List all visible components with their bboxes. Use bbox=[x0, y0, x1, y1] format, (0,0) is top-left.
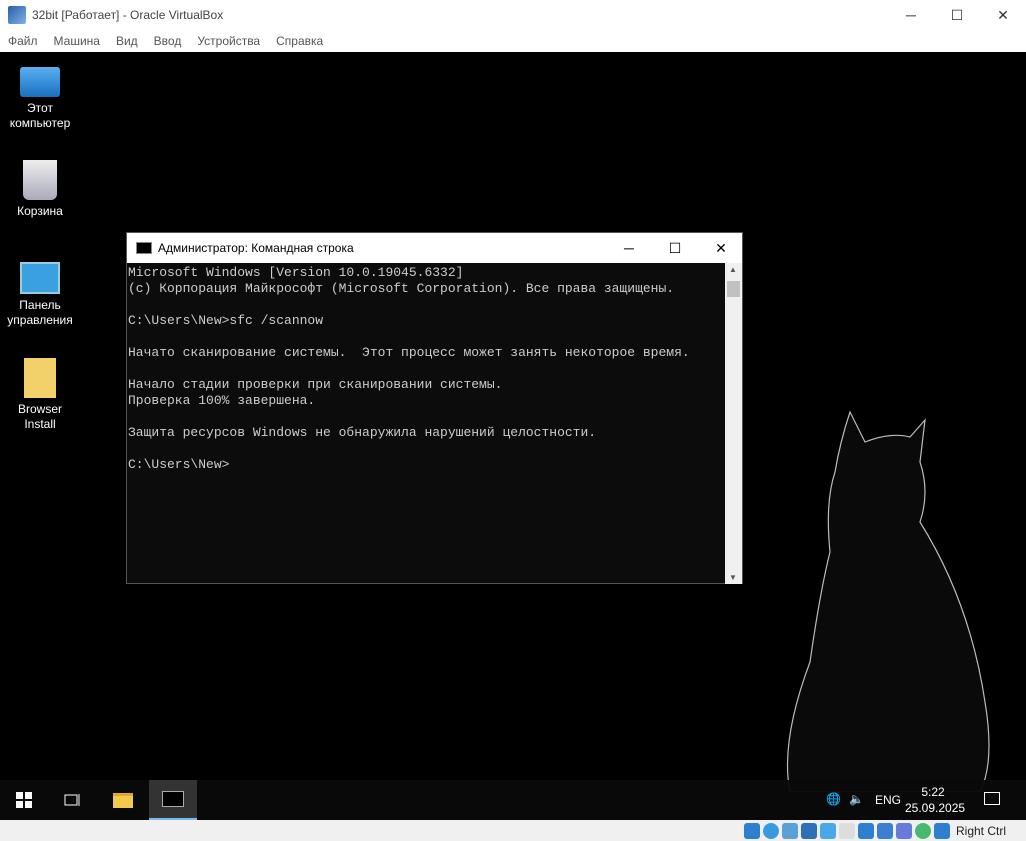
language-indicator[interactable]: ENG bbox=[875, 793, 901, 807]
optical-drive-icon[interactable] bbox=[762, 822, 779, 839]
console-line: (c) Корпорация Майкрософт (Microsoft Cor… bbox=[128, 281, 675, 296]
windows-icon bbox=[16, 792, 32, 808]
virtualization-icon[interactable] bbox=[895, 822, 912, 839]
folder-icon bbox=[113, 792, 133, 808]
recording-icon[interactable] bbox=[876, 822, 893, 839]
time: 5:22 bbox=[921, 785, 945, 799]
window-title: 32bit [Работает] - Oracle VirtualBox bbox=[32, 8, 224, 22]
close-button[interactable]: ✕ bbox=[980, 0, 1026, 30]
scroll-down-icon[interactable]: ▼ bbox=[729, 573, 737, 582]
console-line: Microsoft Windows [Version 10.0.19045.63… bbox=[128, 265, 464, 280]
vbox-status-bar: Right Ctrl bbox=[0, 820, 1026, 841]
console-line: Начато сканирование системы. Этот процес… bbox=[128, 345, 690, 360]
volume-icon[interactable]: 🔈 bbox=[849, 792, 864, 806]
task-view-button[interactable] bbox=[48, 780, 96, 820]
notifications-icon[interactable] bbox=[984, 792, 1000, 805]
vbox-titlebar: 32bit [Работает] - Oracle VirtualBox ─ ☐… bbox=[0, 0, 1026, 30]
maximize-button[interactable]: ☐ bbox=[934, 0, 980, 30]
cmd-minimize-button[interactable]: ─ bbox=[606, 233, 652, 263]
recycle-bin-icon bbox=[23, 160, 57, 200]
guest-additions-icon[interactable] bbox=[914, 822, 931, 839]
console-output[interactable]: Microsoft Windows [Version 10.0.19045.63… bbox=[127, 263, 726, 584]
console-line: Начало стадии проверки при сканировании … bbox=[128, 377, 503, 392]
icon-label: Browser bbox=[17, 402, 62, 416]
taskbar-cmd-button[interactable] bbox=[149, 780, 197, 820]
desktop-icon-this-pc[interactable]: Этот компьютер bbox=[0, 62, 80, 131]
icon-label: Install bbox=[24, 417, 56, 431]
desktop-icon-browser-install[interactable]: Browser Install bbox=[0, 358, 80, 432]
console-prompt: C:\Users\New> bbox=[128, 457, 230, 472]
icon-label: Корзина bbox=[17, 204, 63, 218]
display-icon[interactable] bbox=[857, 822, 874, 839]
icon-label: Этот bbox=[27, 101, 53, 115]
virtualbox-icon bbox=[8, 6, 26, 24]
cmd-maximize-button[interactable]: ☐ bbox=[652, 233, 698, 263]
menu-view[interactable]: Вид bbox=[116, 34, 138, 48]
folder-icon bbox=[24, 358, 56, 398]
computer-icon bbox=[20, 67, 60, 97]
console-line: Проверка 100% завершена. bbox=[128, 393, 316, 408]
menu-input[interactable]: Ввод bbox=[154, 34, 182, 48]
menu-machine[interactable]: Машина bbox=[54, 34, 100, 48]
cmd-titlebar[interactable]: Администратор: Командная строка ─ ☐ ✕ bbox=[127, 233, 742, 263]
menu-bar: Файл Машина Вид Ввод Устройства Справка bbox=[0, 30, 1026, 52]
menu-file[interactable]: Файл bbox=[8, 34, 38, 48]
console-line: C:\Users\New>sfc /scannow bbox=[128, 313, 324, 328]
usb-icon[interactable] bbox=[819, 822, 836, 839]
cmd-title: Администратор: Командная строка bbox=[158, 241, 354, 255]
start-button[interactable] bbox=[0, 780, 48, 820]
task-view-icon bbox=[64, 794, 80, 806]
audio-icon[interactable] bbox=[781, 822, 798, 839]
icon-label: компьютер bbox=[9, 116, 71, 130]
desktop-icon-control-panel[interactable]: Панель управления bbox=[0, 262, 80, 328]
cmd-scrollbar[interactable]: ▲ ▼ bbox=[725, 263, 742, 584]
hard-disk-icon[interactable] bbox=[743, 822, 760, 839]
shared-folders-icon[interactable] bbox=[838, 822, 855, 839]
mouse-integration-icon[interactable] bbox=[933, 822, 950, 839]
console-line: Защита ресурсов Windows не обнаружила на… bbox=[128, 425, 597, 440]
menu-devices[interactable]: Устройства bbox=[197, 34, 260, 48]
cmd-close-button[interactable]: ✕ bbox=[698, 233, 744, 263]
cmd-window[interactable]: Администратор: Командная строка ─ ☐ ✕ Mi… bbox=[126, 232, 743, 584]
scroll-up-icon[interactable]: ▲ bbox=[729, 265, 737, 274]
host-key-label: Right Ctrl bbox=[955, 823, 1006, 838]
network-icon[interactable]: 🌐 bbox=[826, 792, 841, 806]
network-adapter-icon[interactable] bbox=[800, 822, 817, 839]
cmd-icon bbox=[162, 791, 184, 807]
cmd-icon bbox=[136, 242, 152, 254]
icon-label: управления bbox=[7, 313, 73, 327]
clock[interactable]: 5:22 25.09.2025 bbox=[905, 784, 966, 816]
icon-label: Панель bbox=[19, 298, 61, 312]
desktop-icon-recycle-bin[interactable]: Корзина bbox=[0, 160, 80, 219]
minimize-button[interactable]: ─ bbox=[888, 0, 934, 30]
cat-wallpaper bbox=[786, 410, 990, 792]
scrollbar-thumb[interactable] bbox=[727, 281, 740, 297]
date: 25.09.2025 bbox=[905, 801, 966, 815]
menu-help[interactable]: Справка bbox=[276, 34, 323, 48]
file-explorer-button[interactable] bbox=[99, 780, 147, 820]
taskbar: 🌐 🔈 ENG 5:22 25.09.2025 bbox=[0, 780, 1026, 820]
vm-screen[interactable]: Этот компьютер Корзина Панель управления B… bbox=[0, 52, 1026, 820]
control-panel-icon bbox=[20, 262, 60, 294]
